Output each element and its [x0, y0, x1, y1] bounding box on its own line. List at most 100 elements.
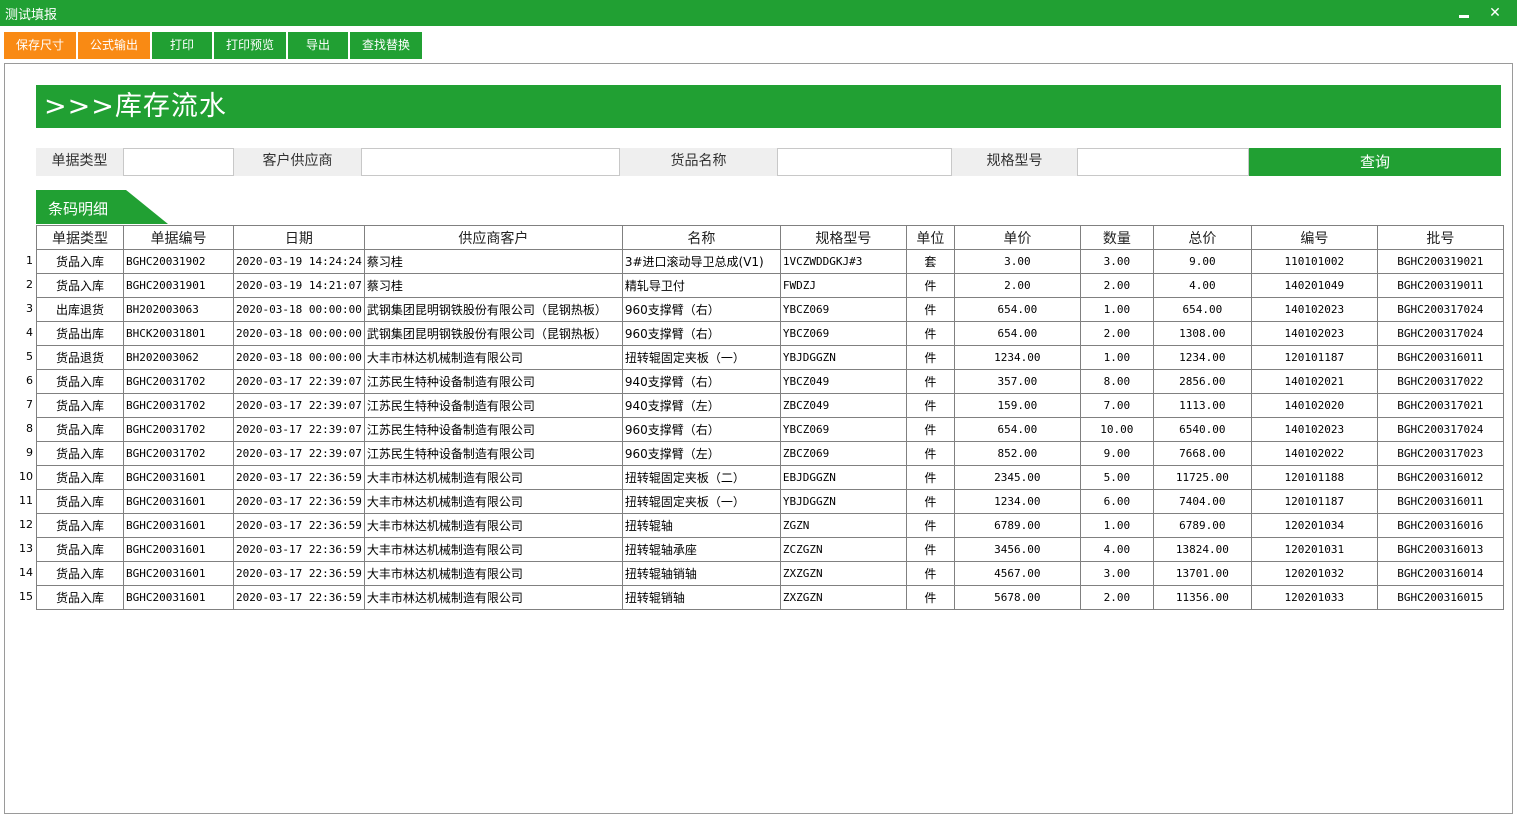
cell-total[interactable]: 13701.00 — [1152, 561, 1252, 586]
table-row[interactable]: 货品入库 BGHC20031601 2020-03-17 22:36:59 大丰市林达… — [36, 513, 1504, 538]
cell-doc-number[interactable]: BH202003063 — [123, 297, 234, 322]
cell-batch[interactable]: BGHC200316014 — [1376, 561, 1504, 586]
cell-quantity[interactable]: 5.00 — [1079, 465, 1154, 490]
cell-quantity[interactable]: 10.00 — [1079, 417, 1154, 442]
cell-doc-type[interactable]: 货品入库 — [36, 249, 124, 274]
col-header-doc-type[interactable]: 单据类型 — [36, 225, 124, 250]
cell-code[interactable]: 120101187 — [1250, 345, 1378, 370]
cell-doc-number[interactable]: BGHC20031702 — [123, 417, 234, 442]
cell-batch[interactable]: BGHC200316012 — [1376, 465, 1504, 490]
cell-date[interactable]: 2020-03-17 22:36:59 — [233, 585, 365, 610]
col-header-unit[interactable]: 单位 — [905, 225, 955, 250]
cell-partner[interactable]: 江苏民生特种设备制造有限公司 — [363, 369, 623, 394]
cell-quantity[interactable]: 2.00 — [1079, 321, 1154, 346]
barcode-detail-tab[interactable]: 条码明细 — [36, 190, 168, 224]
cell-unit[interactable]: 件 — [905, 561, 955, 586]
cell-unit-price[interactable]: 654.00 — [953, 417, 1081, 442]
cell-total[interactable]: 7404.00 — [1152, 489, 1252, 514]
cell-spec[interactable]: ZBCZ049 — [779, 393, 907, 418]
cell-partner[interactable]: 大丰市林达机械制造有限公司 — [363, 561, 623, 586]
cell-doc-number[interactable]: BGHC20031702 — [123, 441, 234, 466]
cell-partner[interactable]: 大丰市林达机械制造有限公司 — [363, 537, 623, 562]
col-header-quantity[interactable]: 数量 — [1079, 225, 1154, 250]
col-header-spec[interactable]: 规格型号 — [779, 225, 907, 250]
cell-spec[interactable]: EBJDGGZN — [779, 465, 907, 490]
cell-date[interactable]: 2020-03-18 00:00:00 — [233, 345, 365, 370]
col-header-batch[interactable]: 批号 — [1376, 225, 1504, 250]
cell-batch[interactable]: BGHC200316015 — [1376, 585, 1504, 610]
cell-doc-type[interactable]: 货品入库 — [36, 513, 124, 538]
save-size-button[interactable]: 保存尺寸 — [4, 32, 76, 59]
cell-quantity[interactable]: 8.00 — [1079, 369, 1154, 394]
cell-code[interactable]: 140102023 — [1250, 297, 1378, 322]
cell-batch[interactable]: BGHC200317021 — [1376, 393, 1504, 418]
cell-spec[interactable]: FWDZJ — [779, 273, 907, 298]
cell-quantity[interactable]: 1.00 — [1079, 513, 1154, 538]
doc-type-input[interactable] — [123, 148, 234, 176]
cell-spec[interactable]: ZCZGZN — [779, 537, 907, 562]
cell-partner[interactable]: 大丰市林达机械制造有限公司 — [363, 345, 623, 370]
cell-doc-number[interactable]: BGHC20031601 — [123, 537, 234, 562]
cell-partner[interactable]: 大丰市林达机械制造有限公司 — [363, 489, 623, 514]
cell-date[interactable]: 2020-03-17 22:36:59 — [233, 465, 365, 490]
cell-date[interactable]: 2020-03-17 22:36:59 — [233, 561, 365, 586]
cell-code[interactable]: 140102023 — [1250, 321, 1378, 346]
cell-total[interactable]: 7668.00 — [1152, 441, 1252, 466]
cell-doc-type[interactable]: 货品入库 — [36, 465, 124, 490]
cell-spec[interactable]: ZBCZ069 — [779, 441, 907, 466]
cell-doc-type[interactable]: 货品出库 — [36, 321, 124, 346]
table-row[interactable]: 货品入库 BGHC20031601 2020-03-17 22:36:59 大丰市林达… — [36, 537, 1504, 562]
cell-quantity[interactable]: 2.00 — [1079, 273, 1154, 298]
customer-supplier-input[interactable] — [361, 148, 620, 176]
cell-unit-price[interactable]: 2.00 — [953, 273, 1081, 298]
cell-spec[interactable]: YBCZ069 — [779, 297, 907, 322]
cell-unit-price[interactable]: 2345.00 — [953, 465, 1081, 490]
cell-doc-number[interactable]: BGHC20031702 — [123, 369, 234, 394]
cell-doc-type[interactable]: 货品入库 — [36, 273, 124, 298]
cell-partner[interactable]: 蔡习桂 — [363, 249, 623, 274]
table-row[interactable]: 货品入库 BGHC20031702 2020-03-17 22:39:07 江苏民生特… — [36, 393, 1504, 418]
cell-code[interactable]: 140102021 — [1250, 369, 1378, 394]
cell-spec[interactable]: 1VCZWDDGKJ#3 — [779, 249, 907, 274]
cell-name[interactable]: 960支撑臂（右） — [621, 297, 781, 322]
cell-total[interactable]: 4.00 — [1152, 273, 1252, 298]
col-header-total[interactable]: 总价 — [1152, 225, 1252, 250]
cell-partner[interactable]: 大丰市林达机械制造有限公司 — [363, 585, 623, 610]
cell-batch[interactable]: BGHC200316011 — [1376, 489, 1504, 514]
cell-doc-number[interactable]: BH202003062 — [123, 345, 234, 370]
cell-total[interactable]: 1234.00 — [1152, 345, 1252, 370]
cell-unit-price[interactable]: 1234.00 — [953, 489, 1081, 514]
cell-code[interactable]: 110101002 — [1250, 249, 1378, 274]
cell-code[interactable]: 120201031 — [1250, 537, 1378, 562]
cell-code[interactable]: 120201034 — [1250, 513, 1378, 538]
cell-quantity[interactable]: 1.00 — [1079, 345, 1154, 370]
table-row[interactable]: 货品出库 BHCK20031801 2020-03-18 00:00:00 武钢集团昆… — [36, 321, 1504, 346]
cell-unit-price[interactable]: 6789.00 — [953, 513, 1081, 538]
cell-unit[interactable]: 件 — [905, 585, 955, 610]
cell-doc-number[interactable]: BGHC20031901 — [123, 273, 234, 298]
col-header-date[interactable]: 日期 — [233, 225, 365, 250]
cell-name[interactable]: 精轧导卫付 — [621, 273, 781, 298]
table-row[interactable]: 货品入库 BGHC20031702 2020-03-17 22:39:07 江苏民生特… — [36, 417, 1504, 442]
cell-doc-type[interactable]: 货品入库 — [36, 393, 124, 418]
cell-partner[interactable]: 大丰市林达机械制造有限公司 — [363, 465, 623, 490]
cell-doc-type[interactable]: 货品入库 — [36, 585, 124, 610]
cell-total[interactable]: 11356.00 — [1152, 585, 1252, 610]
cell-name[interactable]: 960支撑臂（左） — [621, 441, 781, 466]
cell-quantity[interactable]: 2.00 — [1079, 585, 1154, 610]
cell-unit-price[interactable]: 3456.00 — [953, 537, 1081, 562]
cell-doc-number[interactable]: BGHC20031902 — [123, 249, 234, 274]
cell-name[interactable]: 扭转辊固定夹板（一） — [621, 489, 781, 514]
cell-spec[interactable]: YBJDGGZN — [779, 489, 907, 514]
cell-unit[interactable]: 件 — [905, 489, 955, 514]
cell-code[interactable]: 140102020 — [1250, 393, 1378, 418]
cell-total[interactable]: 654.00 — [1152, 297, 1252, 322]
cell-name[interactable]: 扭转辊轴 — [621, 513, 781, 538]
cell-name[interactable]: 960支撑臂（右） — [621, 321, 781, 346]
export-button[interactable]: 导出 — [288, 32, 348, 59]
cell-unit-price[interactable]: 357.00 — [953, 369, 1081, 394]
cell-partner[interactable]: 大丰市林达机械制造有限公司 — [363, 513, 623, 538]
cell-spec[interactable]: YBCZ069 — [779, 417, 907, 442]
col-header-name[interactable]: 名称 — [621, 225, 781, 250]
cell-total[interactable]: 1113.00 — [1152, 393, 1252, 418]
